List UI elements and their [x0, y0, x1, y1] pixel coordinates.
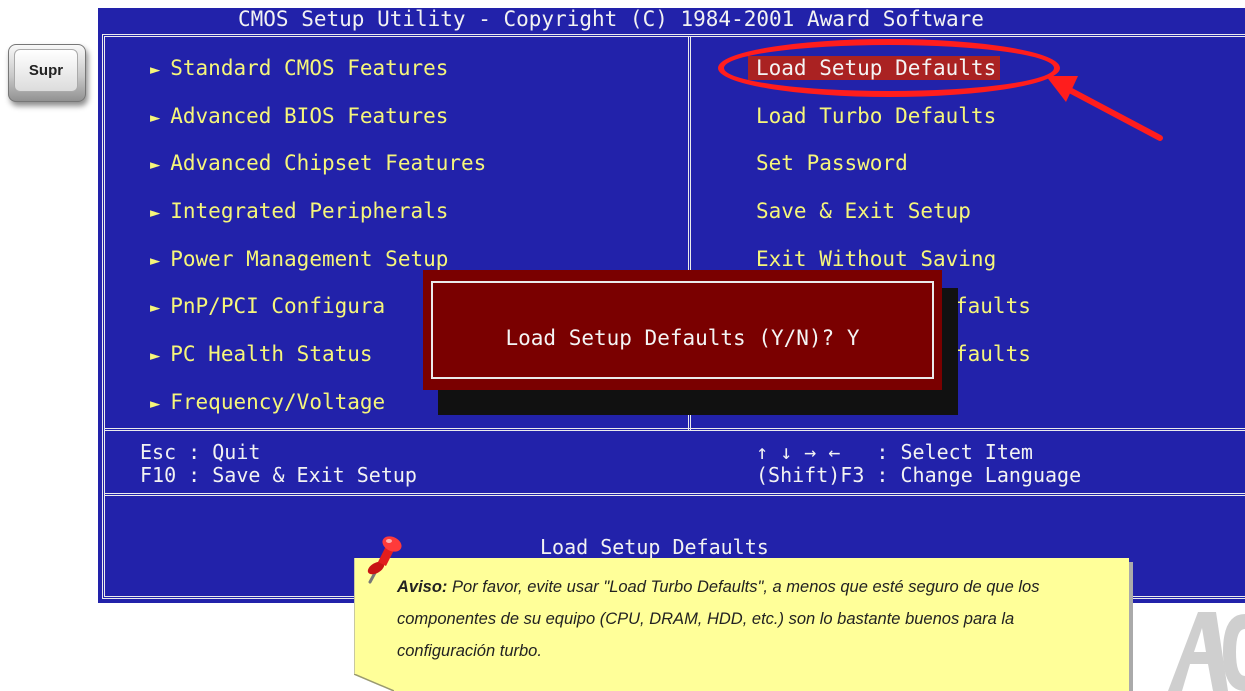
confirm-dialog[interactable]: Load Setup Defaults (Y/N)? Y: [423, 270, 942, 390]
arrow-right-icon: ►: [150, 60, 161, 80]
menu-pnp-pci[interactable]: ► PnP/PCI Configura: [150, 294, 385, 320]
note-text: Por favor, evite usar "Load Turbo Defaul…: [397, 578, 1040, 660]
bios-title: CMOS Setup Utility - Copyright (C) 1984-…: [238, 7, 984, 31]
footer-f10-save: F10 : Save & Exit Setup: [140, 463, 417, 487]
menu-pc-health[interactable]: ► PC Health Status: [150, 342, 373, 368]
dialog-prompt: Load Setup Defaults (Y/N)? Y: [505, 326, 860, 350]
menu-integrated-peripherals[interactable]: ► Integrated Peripherals: [150, 199, 448, 225]
arrow-right-icon: ►: [150, 108, 161, 128]
push-pin-icon: [367, 536, 402, 584]
warning-note: Aviso: Por favor, evite usar "Load Turbo…: [354, 558, 1129, 691]
menu-exit-without-saving[interactable]: Exit Without Saving: [756, 247, 996, 271]
footer-select-item: ↑ ↓ → ← : Select Item: [756, 440, 1033, 464]
menu-advanced-chipset[interactable]: ► Advanced Chipset Features: [150, 151, 486, 177]
menu-partial-defaults-2[interactable]: faults: [955, 342, 1031, 366]
annotation-arrow-icon: [1046, 76, 1163, 141]
menu-power-management[interactable]: ► Power Management Setup: [150, 247, 448, 273]
supr-key[interactable]: Supr: [8, 44, 86, 102]
highlight-ellipse: [718, 39, 1060, 97]
footer-esc-quit: Esc : Quit: [140, 440, 261, 464]
note-label: Aviso:: [397, 578, 448, 596]
arrow-right-icon: ►: [150, 251, 161, 271]
brand-logo-icon: [1168, 612, 1245, 691]
menu-save-exit[interactable]: Save & Exit Setup: [756, 199, 971, 223]
arrow-right-icon: ►: [150, 203, 161, 223]
arrow-right-icon: ►: [150, 346, 161, 366]
note-fold-icon: [354, 674, 394, 691]
menu-standard-cmos[interactable]: ► Standard CMOS Features: [150, 56, 448, 82]
footer-divider-bottom: [105, 493, 1245, 496]
menu-load-turbo-defaults[interactable]: Load Turbo Defaults: [756, 104, 996, 128]
menu-frequency-voltage[interactable]: ► Frequency/Voltage: [150, 390, 385, 416]
supr-key-label: Supr: [14, 49, 78, 92]
arrow-right-icon: ►: [150, 298, 161, 318]
footer-divider-top: [105, 428, 1245, 431]
status-line: Load Setup Defaults: [540, 535, 769, 559]
footer-change-language: (Shift)F3 : Change Language: [756, 463, 1082, 487]
arrow-right-icon: ►: [150, 394, 161, 414]
menu-set-password[interactable]: Set Password: [756, 151, 908, 175]
arrow-right-icon: ►: [150, 155, 161, 175]
menu-partial-defaults-1[interactable]: faults: [955, 294, 1031, 318]
menu-advanced-bios[interactable]: ► Advanced BIOS Features: [150, 104, 448, 130]
